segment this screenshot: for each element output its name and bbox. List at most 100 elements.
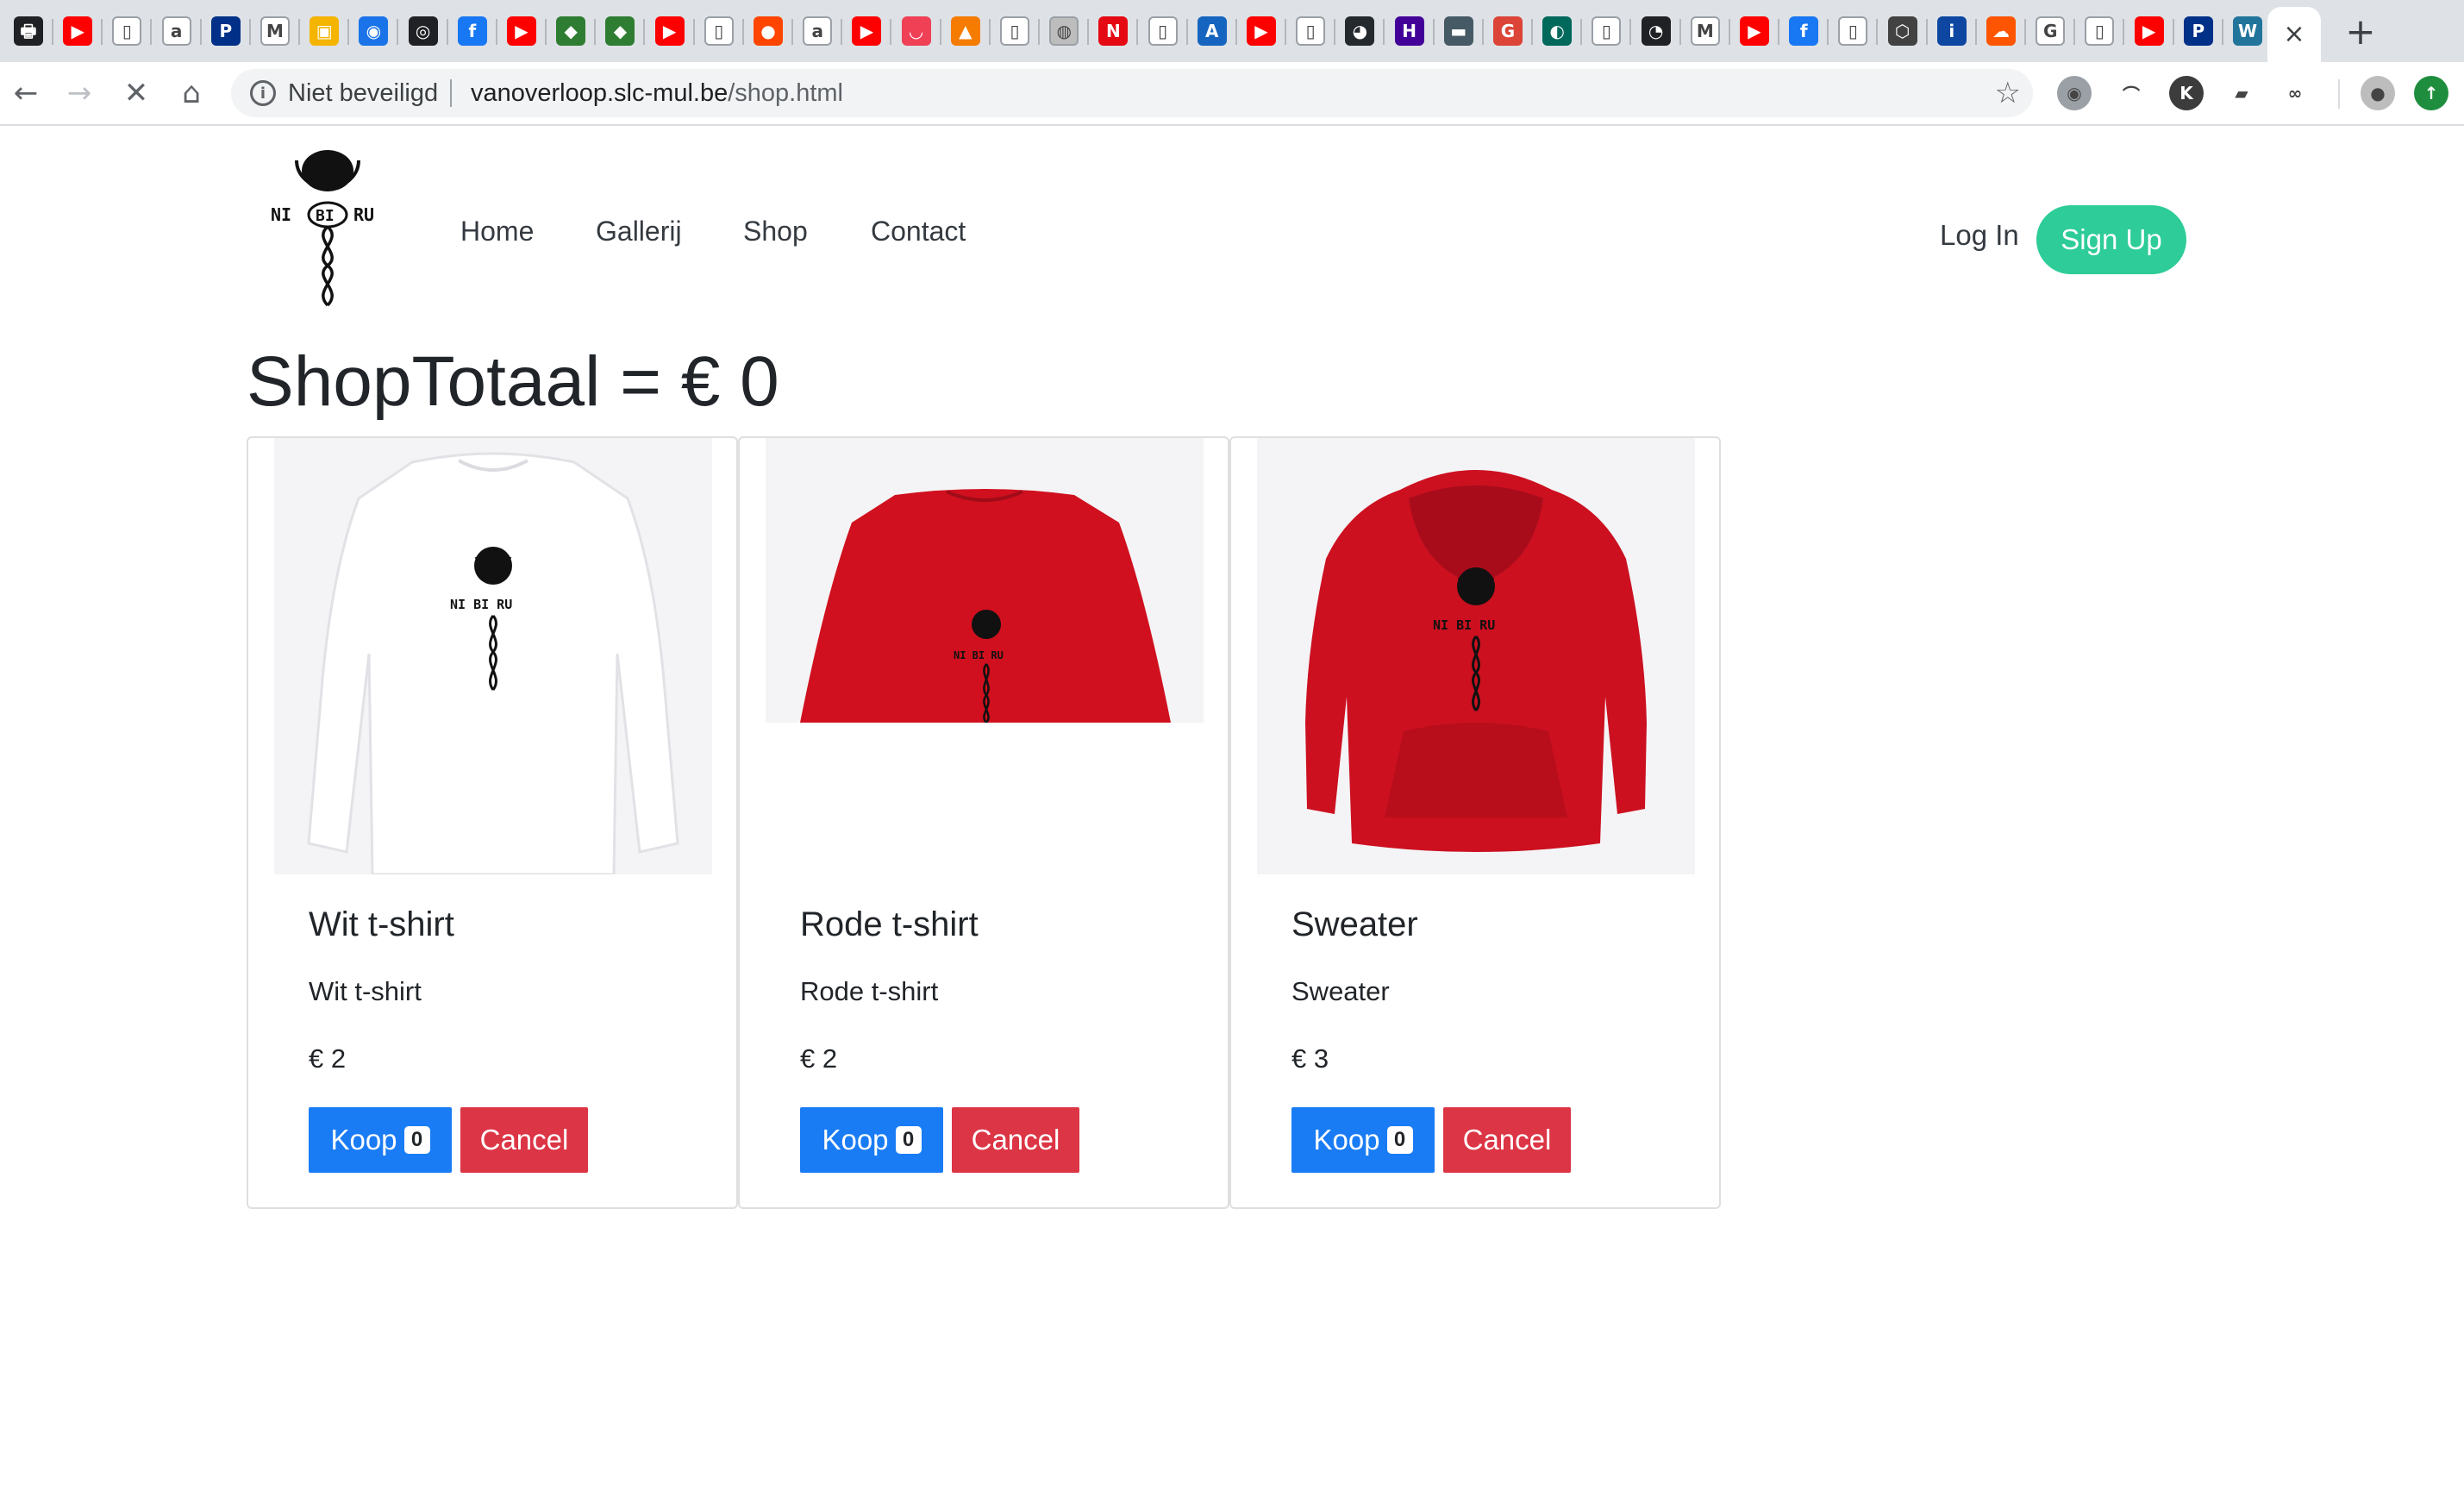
browser-tab[interactable]: ▶ bbox=[2124, 0, 2174, 62]
browser-tab[interactable]: ◐ bbox=[1532, 0, 1583, 62]
security-label[interactable]: Niet beveiligd bbox=[288, 79, 438, 108]
buy-button[interactable]: Koop 0 bbox=[800, 1107, 943, 1173]
browser-tab[interactable]: G bbox=[1483, 0, 1533, 62]
browser-tab[interactable]: f bbox=[1779, 0, 1829, 62]
cancel-button[interactable]: Cancel bbox=[1443, 1107, 1571, 1173]
browser-tab-strip: W P ▶ ▯ G ☁ i ⬡ ▯ f ▶ M ◔ ▯ ◐ G ▬ H ◕ ▯ ▶ A ▯ N ◍ ▯ ▲ ◡ ▶ a ● ▯ ▶ ◆ ◆ ▶ f ◎ ◉ ▣… bbox=[0, 0, 2464, 62]
nav-shop[interactable]: Shop bbox=[743, 216, 808, 247]
k-icon[interactable]: K bbox=[2169, 76, 2204, 110]
shop-total-heading: ShopTotaal = € 0 bbox=[247, 342, 779, 421]
back-button[interactable]: ← bbox=[3, 71, 48, 116]
browser-tab[interactable]: G bbox=[2025, 0, 2076, 62]
browser-tab[interactable]: a bbox=[152, 0, 202, 62]
browser-tab[interactable]: ▣ bbox=[299, 0, 350, 62]
browser-tab[interactable]: i bbox=[1927, 0, 1977, 62]
svg-text:NI BI RU: NI BI RU bbox=[954, 649, 1004, 661]
browser-tab[interactable]: ▶ bbox=[53, 0, 103, 62]
site-logo[interactable]: NI BI RU bbox=[267, 148, 388, 312]
update-icon[interactable]: ↑ bbox=[2414, 76, 2448, 110]
browser-tab[interactable]: ▶ bbox=[841, 0, 892, 62]
browser-tab[interactable]: ◎ bbox=[398, 0, 448, 62]
browser-tab[interactable]: ▲ bbox=[941, 0, 991, 62]
home-button[interactable]: ⌂ bbox=[169, 71, 214, 116]
svg-text:BI: BI bbox=[316, 207, 335, 225]
cancel-button[interactable]: Cancel bbox=[460, 1107, 588, 1173]
browser-tab[interactable]: f bbox=[447, 0, 497, 62]
browser-tab[interactable]: W bbox=[2223, 0, 2273, 62]
nav-gallerij[interactable]: Gallerij bbox=[596, 216, 682, 247]
browser-tab[interactable]: ◍ bbox=[1039, 0, 1090, 62]
browser-tab[interactable]: ▯ bbox=[1581, 0, 1632, 62]
browser-tab[interactable]: ◔ bbox=[1631, 0, 1681, 62]
address-bar[interactable]: i Niet beveiligd vanoverloop.slc-mul.be/… bbox=[231, 69, 2033, 117]
login-link[interactable]: Log In bbox=[1940, 219, 2019, 252]
tab-separator bbox=[446, 19, 448, 45]
stop-loading-button[interactable]: ✕ bbox=[114, 71, 159, 116]
profile-icon[interactable]: ● bbox=[2361, 76, 2395, 110]
signup-button[interactable]: Sign Up bbox=[2036, 205, 2186, 274]
browser-tab[interactable]: ◕ bbox=[1335, 0, 1385, 62]
browser-tab[interactable]: ⬡ bbox=[1878, 0, 1928, 62]
browser-tab[interactable]: P bbox=[2173, 0, 2223, 62]
gmail-icon: M bbox=[260, 16, 290, 46]
tab-separator bbox=[939, 19, 941, 45]
browser-tab[interactable]: ▶ bbox=[645, 0, 695, 62]
browser-tab[interactable]: ▯ bbox=[1138, 0, 1188, 62]
browser-tab[interactable]: ◉ bbox=[348, 0, 399, 62]
nav-home[interactable]: Home bbox=[460, 216, 534, 247]
browser-tab[interactable]: ◆ bbox=[546, 0, 597, 62]
tab-separator bbox=[1580, 19, 1583, 45]
new-tab-button[interactable]: + bbox=[2336, 0, 2385, 62]
browser-tab[interactable]: H bbox=[1385, 0, 1435, 62]
browser-tab[interactable]: ▬ bbox=[1434, 0, 1484, 62]
red-hoodie-image: NI BI RU bbox=[1257, 438, 1695, 874]
browser-tab[interactable]: ▶ bbox=[1729, 0, 1779, 62]
contacts-icon: ◉ bbox=[359, 16, 389, 46]
netflix-icon: N bbox=[1098, 16, 1129, 46]
browser-tab[interactable]: 🖶 bbox=[3, 0, 53, 62]
paypal-icon: P bbox=[2183, 16, 2213, 46]
bookmark-star-icon[interactable]: ☆ bbox=[1995, 76, 2021, 110]
buy-button[interactable]: Koop 0 bbox=[1291, 1107, 1435, 1173]
bike-icon[interactable]: ∞ bbox=[2278, 76, 2312, 110]
browser-tab[interactable]: ▯ bbox=[1828, 0, 1879, 62]
info-icon[interactable]: i bbox=[250, 80, 276, 106]
cancel-button[interactable]: Cancel bbox=[952, 1107, 1079, 1173]
browser-tab[interactable]: ▯ bbox=[2074, 0, 2125, 62]
browser-tab[interactable]: ◆ bbox=[595, 0, 646, 62]
browser-tab[interactable]: P bbox=[201, 0, 251, 62]
forward-button[interactable]: → bbox=[57, 71, 102, 116]
graduation-icon[interactable]: ▰ bbox=[2224, 76, 2259, 110]
tab-separator bbox=[248, 19, 251, 45]
page-icon: ▯ bbox=[1148, 16, 1178, 46]
browser-tab[interactable]: a bbox=[792, 0, 843, 62]
discord-icon[interactable]: ◉ bbox=[2057, 76, 2092, 110]
product-card-wit-t-shirt: NI BI RU Wit t-shirt Wit t-shirt € 2 Koo… bbox=[247, 436, 738, 1209]
browser-tab[interactable]: M bbox=[1680, 0, 1730, 62]
close-tab-icon[interactable]: × bbox=[2283, 22, 2305, 47]
tab-separator bbox=[741, 19, 744, 45]
url-text[interactable]: vanoverloop.slc-mul.be/shop.html bbox=[471, 79, 843, 108]
active-tab[interactable]: × bbox=[2267, 7, 2321, 62]
browser-tab[interactable]: N bbox=[1088, 0, 1139, 62]
browser-tab[interactable]: ▯ bbox=[1285, 0, 1336, 62]
rainbow-icon[interactable]: ⌒ bbox=[2114, 76, 2148, 110]
browser-tab[interactable]: ▶ bbox=[1236, 0, 1286, 62]
browser-tab[interactable]: ☁ bbox=[1976, 0, 2026, 62]
gmail-icon: M bbox=[1690, 16, 1720, 46]
tab-separator bbox=[594, 19, 597, 45]
buy-button[interactable]: Koop 0 bbox=[309, 1107, 452, 1173]
tab-separator bbox=[199, 19, 202, 45]
reddit-icon: ● bbox=[754, 16, 783, 46]
browser-tab[interactable]: ▯ bbox=[102, 0, 153, 62]
browser-tab[interactable]: ● bbox=[743, 0, 793, 62]
url-path: /shop.html bbox=[728, 79, 843, 107]
browser-tab[interactable]: ▯ bbox=[990, 0, 1040, 62]
browser-tab[interactable]: ▯ bbox=[694, 0, 744, 62]
browser-tab[interactable]: ▶ bbox=[497, 0, 547, 62]
nav-contact[interactable]: Contact bbox=[871, 216, 966, 247]
browser-tab[interactable]: A bbox=[1187, 0, 1237, 62]
browser-tab[interactable]: M bbox=[250, 0, 300, 62]
browser-tab[interactable]: ◡ bbox=[891, 0, 941, 62]
info-icon: i bbox=[1936, 16, 1967, 46]
